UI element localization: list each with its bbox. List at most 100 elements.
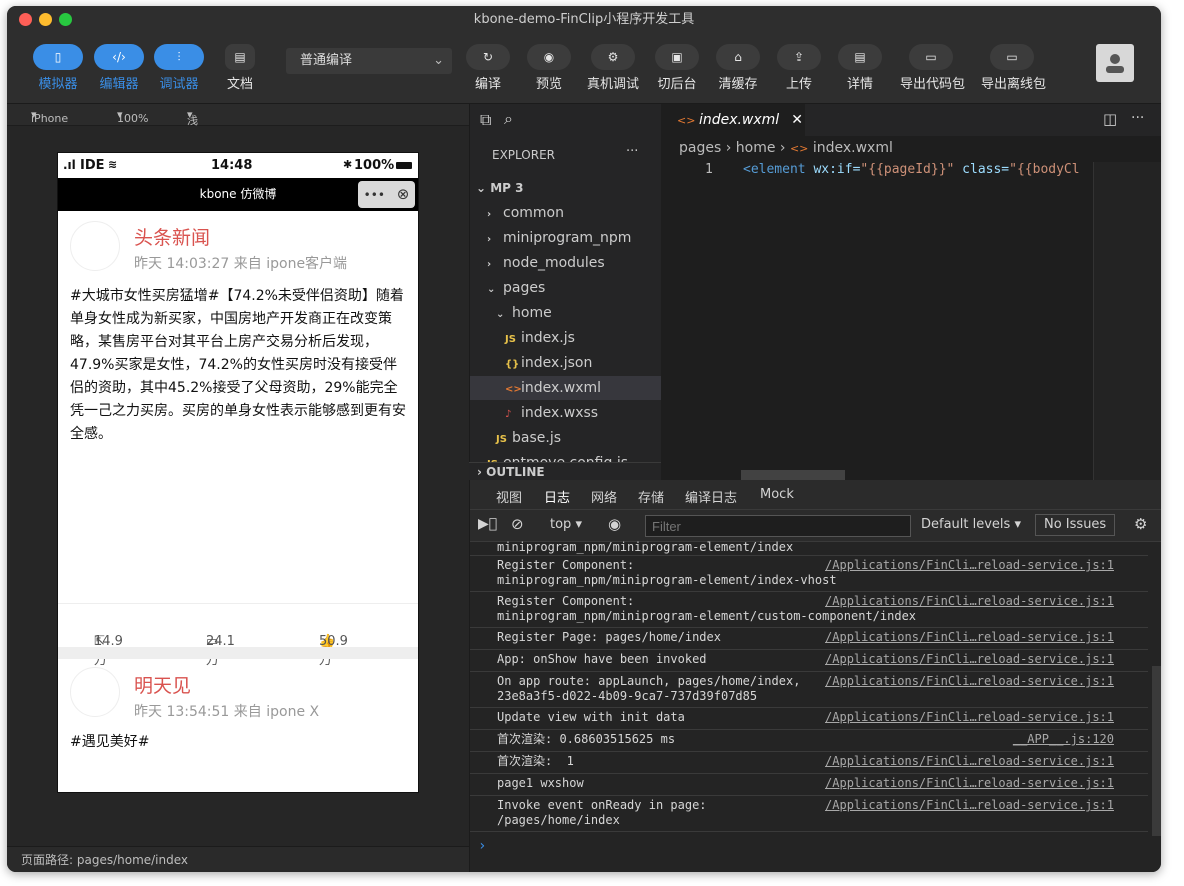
log-message: Update view with init data — [497, 710, 685, 724]
crumb-home[interactable]: home — [736, 140, 776, 156]
close-circle-icon[interactable]: ⊗ — [397, 185, 410, 203]
tree-item[interactable]: JS index.js — [470, 326, 662, 350]
more-icon[interactable]: ··· — [626, 144, 638, 159]
search-icon[interactable]: ⌕ — [504, 109, 513, 129]
tree-item[interactable]: ♪ index.wxss — [470, 401, 662, 425]
log-source-link[interactable]: /Applications/FinCli…reload-service.js:1 — [825, 798, 1114, 813]
background-button[interactable]: ▣ 切后台 — [647, 44, 707, 92]
eye-icon[interactable]: ◉ — [608, 515, 621, 533]
tree-item[interactable]: ⌄ pages — [470, 276, 662, 300]
post-time: 昨天 13:54:51 来自 ipone X — [134, 704, 320, 720]
upload-icon: ⇪ — [793, 50, 805, 64]
folder-icon: ▭ — [925, 50, 937, 64]
export-code-button[interactable]: ▭ 导出代码包 — [900, 44, 965, 92]
real-device-debug-button[interactable]: ⚙ 真机调试 — [583, 44, 643, 92]
devtools-tab[interactable]: 编译日志 — [685, 487, 737, 506]
crumb-pages[interactable]: pages — [679, 140, 721, 156]
devtools-tab[interactable]: Mock — [760, 487, 794, 502]
post-text: #遇见美好# — [70, 734, 150, 750]
more-icon[interactable]: ••• — [364, 188, 385, 202]
devtools-tab[interactable]: 日志 — [544, 487, 571, 512]
tree-item[interactable]: JS base.js — [470, 426, 662, 450]
minimize-window-button[interactable] — [39, 13, 52, 26]
tree-item-label: index.json — [521, 355, 593, 371]
more-icon[interactable]: ··· — [1131, 110, 1144, 126]
preview-button[interactable]: ◉ 预览 — [519, 44, 579, 92]
tree-item[interactable]: ⌄ home — [470, 301, 662, 325]
log-source-link[interactable]: /Applications/FinCli…reload-service.js:1 — [825, 652, 1114, 667]
files-icon[interactable]: ⧉ — [480, 110, 491, 130]
tree-item[interactable]: <>index.wxml — [470, 376, 662, 400]
export-offline-button[interactable]: ▭ 导出离线包 — [981, 44, 1046, 92]
theme-select[interactable]: 浅色 ▾ — [187, 108, 198, 143]
code-line[interactable]: 1 <element wx:if="{{pageId}}" class="{{b… — [661, 162, 1091, 182]
log-source-link[interactable]: /Applications/FinCli…reload-service.js:1 — [825, 776, 1114, 791]
tree-item-label: index.wxss — [521, 405, 599, 421]
tab-index-wxml[interactable]: <> index.wxml ✕ — [661, 104, 805, 136]
filter-input[interactable] — [645, 515, 911, 537]
log-source-link[interactable]: /Applications/FinCli…reload-service.js:1 — [825, 630, 1114, 645]
page-path-bar: 页面路径: pages/home/index — [7, 846, 469, 872]
log-source-link[interactable]: /Applications/FinCli…reload-service.js:1 — [825, 754, 1114, 769]
context-select[interactable]: top ▾ — [550, 517, 582, 532]
log-source-link[interactable]: /Applications/FinCli…reload-service.js:1 — [825, 594, 1114, 609]
upload-button[interactable]: ⇪ 上传 — [769, 44, 829, 92]
zoom-window-button[interactable] — [59, 13, 72, 26]
device-select[interactable]: iPhone 5 ▾ — [31, 108, 68, 138]
devtools-tab[interactable]: 存储 — [638, 487, 664, 506]
log-levels-select[interactable]: Default levels ▾ — [921, 517, 1021, 532]
capsule-menu[interactable]: ••• ⊗ — [358, 181, 415, 208]
log-row: 首次渲染: 0.68603515625 ms __APP__.js:120 — [470, 730, 1148, 752]
divider — [58, 647, 418, 659]
close-icon[interactable]: ✕ — [791, 112, 803, 128]
editor-button[interactable]: ‹/› 编辑器 — [89, 44, 149, 92]
close-window-button[interactable] — [19, 13, 32, 26]
devtools-tab[interactable]: 网络 — [591, 487, 617, 506]
clear-console-icon[interactable]: ⊘ — [511, 515, 524, 533]
json-file-icon: {} — [505, 359, 520, 370]
tree-item[interactable]: › common — [470, 201, 662, 225]
tree-item[interactable]: › miniprogram_npm — [470, 226, 662, 250]
gear-icon[interactable]: ⚙ — [1134, 515, 1147, 533]
debugger-button[interactable]: ⫶ 调试器 — [149, 44, 209, 92]
clear-cache-button[interactable]: ⌂ 清缓存 — [708, 44, 768, 92]
project-root[interactable]: ⌄ MP 3 — [470, 176, 662, 200]
console-prompt[interactable]: › — [478, 838, 486, 854]
code-value: "{{bodyCl — [1009, 162, 1080, 177]
avatar[interactable] — [1096, 44, 1134, 82]
log-source-link[interactable]: /Applications/FinCli…reload-service.js:1 — [825, 558, 1114, 573]
log-source-link[interactable]: __APP__.js:120 — [1013, 732, 1114, 747]
tree-item-label: common — [503, 205, 564, 221]
post-card[interactable]: 头条新闻 昨天 14:03:27 来自 ipone客户端 #大城市女性买房猛增#… — [58, 211, 418, 792]
tree-item[interactable]: › node_modules — [470, 251, 662, 275]
compile-mode-select[interactable]: 普通编译 ⌄ — [286, 48, 452, 74]
horizontal-scrollbar[interactable] — [741, 470, 845, 480]
chevron-down-icon: ⌄ — [476, 181, 491, 195]
phone-screen: .ıl IDE ≋ 14:48 ✱ 100% kbone 仿微博 ••• ⊗ 头… — [57, 152, 419, 793]
xml-icon: <> — [789, 142, 809, 155]
devtools-tab[interactable]: 视图 — [496, 487, 522, 506]
chevron-down-icon: ⌄ — [487, 284, 496, 295]
split-editor-icon[interactable]: ◫ — [1103, 110, 1117, 128]
tree-item[interactable]: {} index.json — [470, 351, 662, 375]
issues-badge[interactable]: No Issues — [1035, 514, 1116, 536]
nav-bar: kbone 仿微博 ••• ⊗ — [58, 178, 418, 211]
log-message: Register Page: pages/home/index — [497, 630, 721, 644]
compile-button[interactable]: ↻ 编译 — [458, 44, 518, 92]
minimap[interactable] — [1093, 162, 1161, 480]
details-button[interactable]: ▤ 详情 — [830, 44, 890, 92]
console-scrollbar[interactable] — [1152, 666, 1161, 836]
outline-section[interactable]: › OUTLINE — [469, 462, 661, 480]
tree-item-label: pages — [503, 280, 546, 296]
docs-button[interactable]: ▤ 文档 — [210, 44, 270, 92]
log-source-link[interactable]: /Applications/FinCli…reload-service.js:1 — [825, 710, 1114, 725]
zoom-select[interactable]: 100% ▾ — [117, 108, 148, 125]
xml-icon: <> — [677, 114, 699, 127]
log-source-link[interactable]: /Applications/FinCli…reload-service.js:1 — [825, 674, 1114, 689]
crumb-file[interactable]: index.wxml — [813, 140, 893, 156]
broom-icon: ⌂ — [734, 50, 742, 64]
chevron-right-icon: › — [477, 465, 487, 479]
sidebar-toggle-icon[interactable]: ▶⃞ — [478, 516, 497, 532]
folder-icon: ▭ — [1006, 50, 1018, 64]
simulator-button[interactable]: ▯ 模拟器 — [28, 44, 88, 92]
